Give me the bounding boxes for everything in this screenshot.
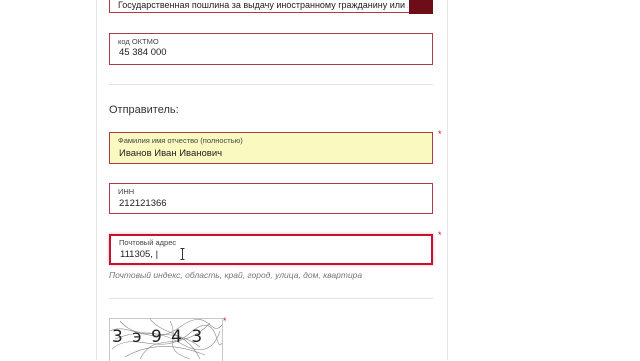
payment-purpose-value: Государственная пошлина за выдачу иностр…: [118, 0, 408, 10]
required-mark: *: [438, 129, 442, 139]
full-name-field[interactable]: Фамилия имя отчество (полностью) Иванов …: [109, 132, 433, 164]
payment-purpose-dropdown-button[interactable]: [409, 0, 433, 14]
postal-address-label: Почтовый адрес: [119, 238, 177, 247]
required-mark: *: [223, 316, 227, 326]
postal-address-hint: Почтовый индекс, область, край, город, у…: [109, 270, 363, 280]
inn-field[interactable]: ИНН 212121366: [109, 183, 433, 214]
sender-title: Отправитель:: [109, 104, 179, 116]
oktmo-value: 45 384 000: [119, 47, 167, 58]
full-name-label: Фамилия имя отчество (полностью): [118, 136, 243, 145]
separator: [109, 84, 433, 85]
text-cursor-icon: [180, 247, 185, 260]
postal-address-field[interactable]: Почтовый адрес 111305, |: [109, 234, 433, 265]
inn-label: ИНН: [118, 187, 135, 196]
captcha-image: 3 э 9 4 3: [109, 318, 223, 361]
required-mark: *: [438, 230, 442, 240]
form-panel: Государственная пошлина за выдачу иностр…: [96, 0, 448, 361]
oktmo-field[interactable]: код ОКТМО 45 384 000: [109, 33, 433, 65]
inn-value: 212121366: [119, 198, 167, 209]
payment-purpose-field[interactable]: Государственная пошлина за выдачу иностр…: [109, 0, 433, 14]
postal-address-value: 111305, |: [120, 249, 159, 260]
separator: [109, 298, 433, 299]
oktmo-label: код ОКТМО: [118, 37, 159, 46]
captcha-text: 3 э 9 4 3: [112, 327, 205, 347]
full-name-value: Иванов Иван Иванович: [119, 148, 223, 159]
